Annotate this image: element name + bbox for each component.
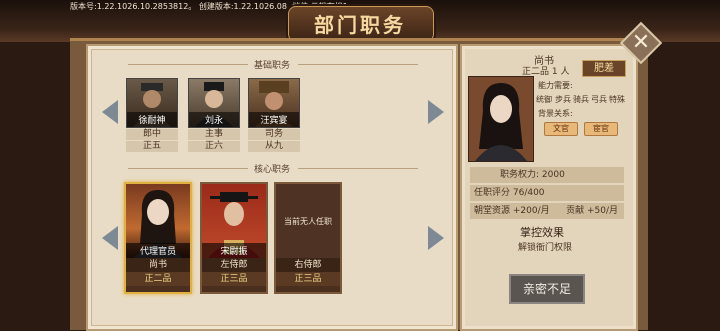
post-position: 主事 xyxy=(188,129,240,140)
post-rank: 正五 xyxy=(126,141,178,152)
post-rank: 正六 xyxy=(188,141,240,152)
contribution-text: 贡献 +50/月 xyxy=(566,206,618,216)
ability-tag: 特殊 xyxy=(609,95,625,104)
evaluation-text: 任职评分 76/400 xyxy=(474,188,545,198)
resource-row: 朝堂资源 +200/月 贡献 +50/月 xyxy=(470,203,624,219)
portrait: 宋尉振 xyxy=(202,184,266,258)
background-tag: 宦官 xyxy=(584,122,618,136)
ability-tag: 弓兵 xyxy=(591,95,607,104)
basic-post-card[interactable]: 刘永 主事 正六 xyxy=(188,78,240,152)
next-arrow-icon[interactable] xyxy=(428,226,444,250)
post-holder-name: 徐耐神 xyxy=(127,112,177,127)
post-rank: 从九 xyxy=(248,141,300,152)
basic-post-card[interactable]: 徐耐神 郎中 正五 xyxy=(126,78,178,152)
post-rank: 正二品 xyxy=(126,272,190,286)
portrait: 代理官员 xyxy=(126,184,190,258)
divider xyxy=(128,168,248,169)
post-position: 左侍郎 xyxy=(202,258,266,272)
divider xyxy=(298,64,418,65)
background-label: 背景关系: xyxy=(538,109,573,118)
post-position: 司务 xyxy=(248,129,300,140)
power-text: 职务权力: 2000 xyxy=(500,170,565,180)
portrait: 刘永 xyxy=(188,78,240,128)
post-rank: 正三品 xyxy=(276,272,340,286)
evaluation-row: 任职评分 76/400 xyxy=(470,185,624,201)
divider xyxy=(298,168,418,169)
empty-post-text: 当前无人任职 xyxy=(284,217,332,226)
woman-portrait-icon xyxy=(469,77,533,161)
resource-text: 朝堂资源 +200/月 xyxy=(474,206,550,216)
control-title: 掌控效果 xyxy=(520,226,564,239)
core-post-card[interactable]: 宋尉振 左侍郎 正三品 xyxy=(200,182,268,294)
post-position: 郎中 xyxy=(126,129,178,140)
core-post-card[interactable]: 当前无人任职 右侍郎 正三品 xyxy=(274,182,342,294)
ability-tag: 统御 xyxy=(536,95,552,104)
ability-label: 能力需要: xyxy=(538,81,573,90)
intimacy-button[interactable]: 亲密不足 xyxy=(509,274,585,304)
status-badge: 肥差 xyxy=(582,60,626,77)
page-title: 部门职务 xyxy=(314,13,406,37)
detail-portrait xyxy=(468,76,534,162)
core-section-label: 核心职务 xyxy=(254,165,291,175)
background-tag: 文官 xyxy=(544,122,578,136)
portrait: 当前无人任职 xyxy=(276,184,340,258)
post-holder-name: 汪宾宴 xyxy=(249,112,299,127)
post-position: 右侍郎 xyxy=(276,258,340,272)
control-desc: 解锁衙门权限 xyxy=(518,243,573,253)
post-holder-name: 宋尉振 xyxy=(202,243,266,258)
portrait: 徐耐神 xyxy=(126,78,178,128)
basic-post-card[interactable]: 汪宾宴 司务 从九 xyxy=(248,78,300,152)
prev-arrow-icon[interactable] xyxy=(102,100,118,124)
post-position: 尚书 xyxy=(126,258,190,272)
post-holder-name: 刘永 xyxy=(189,112,239,127)
prev-arrow-icon[interactable] xyxy=(102,226,118,250)
power-row: 职务权力: 2000 xyxy=(470,167,624,183)
post-rank: 正三品 xyxy=(202,272,266,286)
ability-tag: 步兵 xyxy=(555,95,571,104)
divider xyxy=(128,64,248,65)
next-arrow-icon[interactable] xyxy=(428,100,444,124)
ability-tag: 骑兵 xyxy=(573,95,589,104)
post-holder-name: 代理官员 xyxy=(126,243,190,258)
core-post-card[interactable]: 代理官员 尚书 正二品 xyxy=(124,182,192,294)
close-icon[interactable]: ✕ xyxy=(626,28,656,58)
basic-section-label: 基础职务 xyxy=(254,61,291,71)
portrait: 汪宾宴 xyxy=(248,78,300,128)
